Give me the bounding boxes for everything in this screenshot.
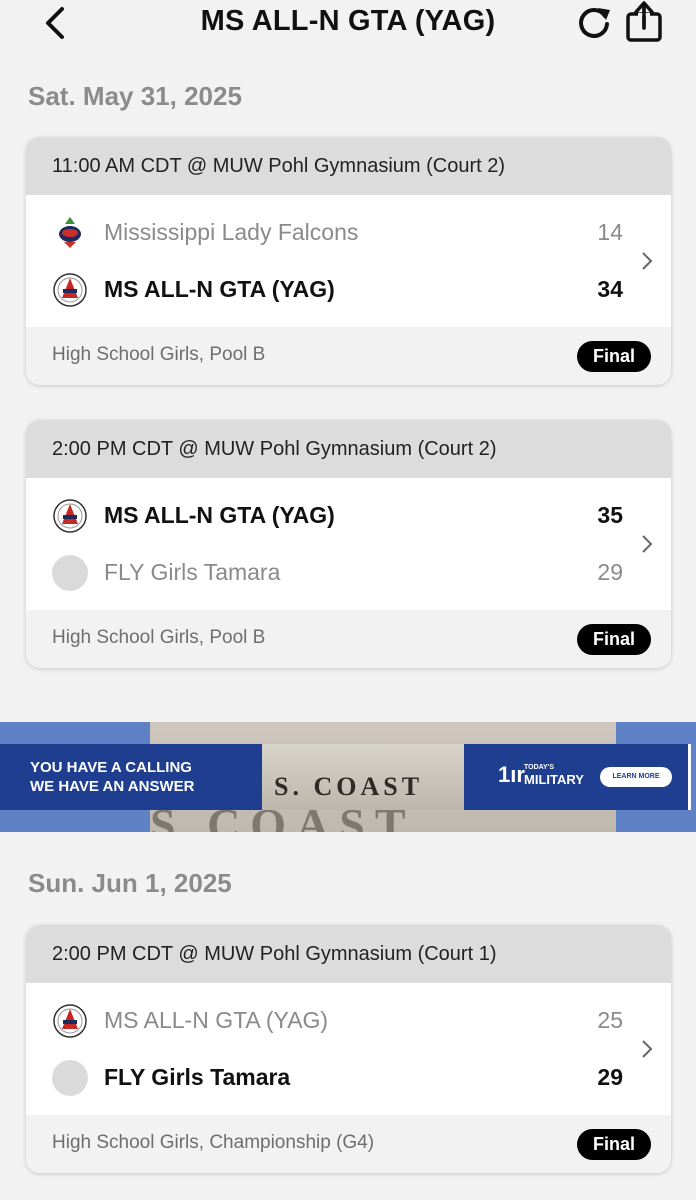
team-score: 34 (597, 276, 623, 302)
placeholder-logo-icon (52, 1060, 88, 1096)
ad-subheadline: WE HAVE AN ANSWER (30, 778, 195, 795)
game-teams: Mississippi Lady Falcons 14 MS ALL-N GTA… (26, 195, 671, 327)
ad-image: S. COAST (262, 744, 464, 810)
team-row: MS ALL-N GTA (YAG) 35 (26, 494, 671, 538)
division-label: High School Girls, Pool B (52, 627, 266, 648)
team-row: MS ALL-N GTA (YAG) 25 (26, 999, 671, 1043)
team-name: MS ALL-N GTA (YAG) (104, 276, 335, 302)
date-header: Sat. May 31, 2025 (28, 81, 242, 111)
ad-logo-text: MILITARY (524, 772, 584, 787)
falcons-logo-icon (59, 217, 81, 248)
game-card[interactable]: 11:00 AM CDT @ MUW Pohl Gymnasium (Court… (26, 137, 671, 385)
division-label: High School Girls, Championship (G4) (52, 1132, 375, 1153)
team-logo-icon (53, 1004, 87, 1038)
chevron-right-icon (642, 535, 653, 553)
team-score: 14 (597, 219, 623, 245)
military-logo-icon: 1ır (498, 762, 525, 787)
division-label: High School Girls, Pool B (52, 344, 266, 365)
team-logo-icon (53, 273, 87, 307)
ad-image-text: S. COAST (274, 772, 424, 801)
game-footer: High School Girls, Pool B Final (26, 610, 671, 668)
team-score: 35 (597, 502, 623, 528)
team-name: FLY Girls Tamara (104, 1064, 291, 1090)
game-teams: MS ALL-N GTA (YAG) 35 FLY Girls Tamara 2… (26, 478, 671, 610)
status-badge: Final (576, 1129, 651, 1160)
game-card[interactable]: 2:00 PM CDT @ MUW Pohl Gymnasium (Court … (26, 925, 671, 1173)
team-row: Mississippi Lady Falcons 14 (26, 211, 671, 255)
date-header: Sun. Jun 1, 2025 (28, 868, 232, 898)
team-name: MS ALL-N GTA (YAG) (104, 502, 335, 528)
top-bar: MS ALL-N GTA (YAG) (0, 0, 696, 66)
team-name: MS ALL-N GTA (YAG) (104, 1007, 329, 1033)
team-score: 29 (597, 559, 623, 585)
team-score: 29 (597, 1064, 623, 1090)
share-button[interactable] (624, 0, 664, 44)
share-icon (626, 1, 662, 42)
team-logo-icon (53, 499, 87, 533)
team-row: FLY Girls Tamara 29 (26, 551, 671, 595)
team-row: MS ALL-N GTA (YAG) 34 (26, 268, 671, 312)
chevron-right-icon (642, 1040, 653, 1058)
learn-more-button[interactable]: LEARN MORE (600, 767, 672, 787)
ad-logo-small: TODAY'S (524, 764, 555, 771)
refresh-button[interactable] (574, 2, 614, 42)
game-footer: High School Girls, Pool B Final (26, 327, 671, 385)
game-time-location: 2:00 PM CDT @ MUW Pohl Gymnasium (Court … (26, 420, 671, 478)
status-badge: Final (576, 624, 651, 655)
refresh-icon (579, 8, 610, 38)
ad-banner[interactable]: S COAST YOU HAVE A CALLING WE HAVE AN AN… (0, 722, 696, 832)
game-card[interactable]: 2:00 PM CDT @ MUW Pohl Gymnasium (Court … (26, 420, 671, 668)
game-teams: MS ALL-N GTA (YAG) 25 FLY Girls Tamara 2… (26, 983, 671, 1115)
game-footer: High School Girls, Championship (G4) Fin… (26, 1115, 671, 1173)
status-badge: Final (576, 341, 651, 372)
team-name: Mississippi Lady Falcons (104, 219, 359, 245)
team-name: FLY Girls Tamara (104, 559, 281, 585)
ad-edge (688, 744, 691, 810)
game-time-location: 2:00 PM CDT @ MUW Pohl Gymnasium (Court … (26, 925, 671, 983)
chevron-right-icon (642, 252, 653, 270)
team-score: 25 (597, 1007, 623, 1033)
team-row: FLY Girls Tamara 29 (26, 1056, 671, 1100)
game-time-location: 11:00 AM CDT @ MUW Pohl Gymnasium (Court… (26, 137, 671, 195)
ad-headline: YOU HAVE A CALLING (30, 759, 192, 776)
placeholder-logo-icon (52, 555, 88, 591)
